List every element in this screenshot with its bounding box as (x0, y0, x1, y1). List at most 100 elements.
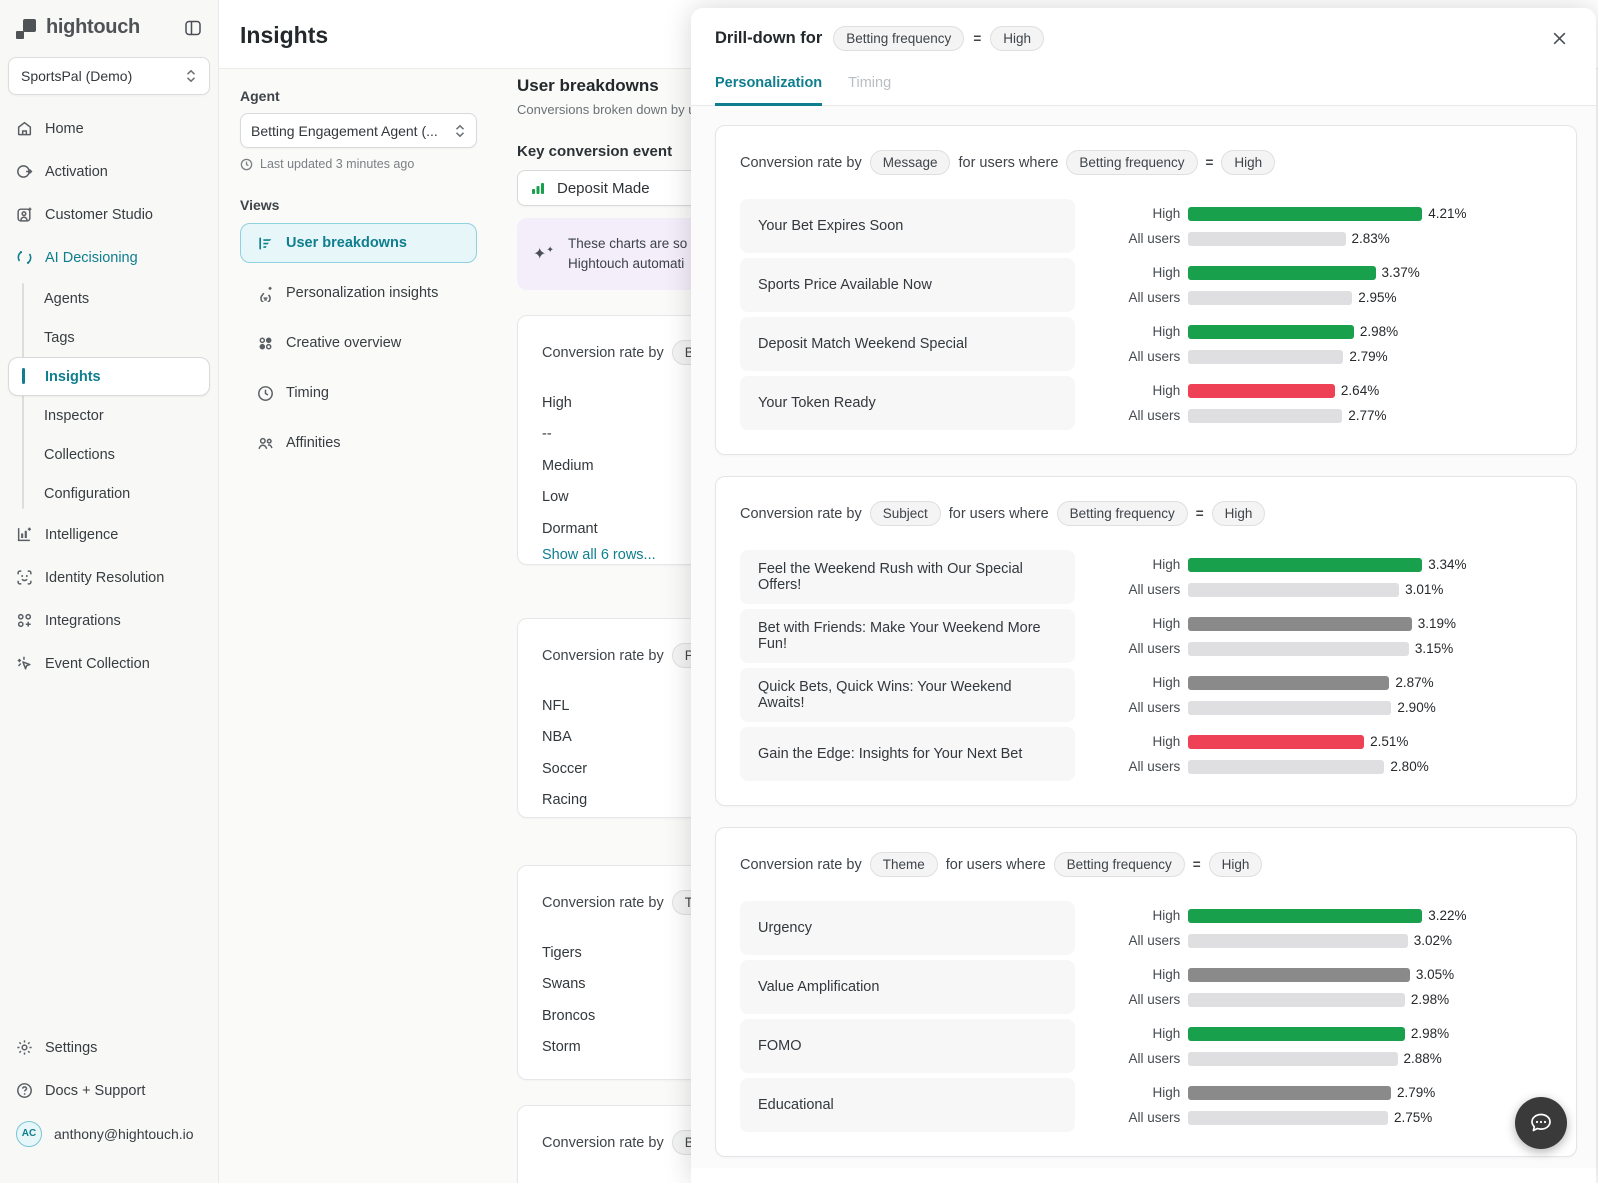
sidebar-nav: Home Activation Customer Studio AI Decis… (0, 107, 218, 685)
high-value: 4.21% (1428, 206, 1466, 221)
all-users-bar (1188, 1111, 1388, 1125)
logo-text: hightouch (46, 16, 140, 39)
series-label-all: All users (1075, 408, 1188, 423)
sidebar-item-collections[interactable]: Collections (0, 435, 218, 474)
banner-line1: These charts are so (568, 236, 687, 251)
metric-label: Educational (740, 1078, 1075, 1132)
sidebar-item-label: Customer Studio (45, 207, 153, 223)
sidebar-item-label: Collections (44, 447, 115, 463)
series-label-all: All users (1075, 992, 1188, 1007)
all-users-bar (1188, 409, 1342, 423)
view-item-label: User breakdowns (286, 235, 407, 251)
customer-studio-icon (16, 206, 33, 223)
equals-operator: = (1193, 857, 1201, 872)
value-chip: High (1212, 501, 1266, 526)
dimension-chip[interactable]: Subject (870, 501, 941, 526)
all-users-bar (1188, 350, 1343, 364)
sidebar-item-identity-resolution[interactable]: Identity Resolution (0, 556, 218, 599)
view-item-label: Personalization insights (286, 285, 438, 301)
series-label-high: High (1075, 675, 1188, 690)
sidebar-item-account[interactable]: AC anthony@hightouch.io (0, 1112, 218, 1155)
chevron-updown-icon (185, 69, 197, 83)
sidebar-item-inspector[interactable]: Inspector (0, 396, 218, 435)
sidebar-item-docs-support[interactable]: Docs + Support (0, 1069, 218, 1112)
key-conversion-event-value: Deposit Made (557, 180, 650, 197)
all-users-bar (1188, 642, 1409, 656)
all-users-value: 3.15% (1415, 641, 1453, 656)
activation-icon (16, 163, 33, 180)
view-item-timing[interactable]: Timing (240, 373, 477, 413)
all-users-value: 2.77% (1348, 408, 1386, 423)
all-users-bar (1188, 291, 1352, 305)
sidebar-item-home[interactable]: Home (0, 107, 218, 150)
tab-personalization[interactable]: Personalization (715, 75, 822, 106)
view-item-user-breakdowns[interactable]: User breakdowns (240, 223, 477, 263)
clock-icon (257, 385, 274, 402)
all-users-value: 2.79% (1349, 349, 1387, 364)
sidebar-item-event-collection[interactable]: Event Collection (0, 642, 218, 685)
card-title: Conversion rate by (542, 895, 664, 911)
sidebar-item-label: Agents (44, 291, 89, 307)
sparkles-icon: ✦✦ (533, 244, 554, 264)
tab-timing[interactable]: Timing (848, 75, 891, 105)
value-chip: High (1221, 150, 1275, 175)
avatar: AC (16, 1121, 42, 1147)
view-item-label: Creative overview (286, 335, 401, 351)
chat-bubble-icon (1527, 1109, 1555, 1137)
sidebar-item-tags[interactable]: Tags (0, 318, 218, 357)
sidebar-item-intelligence[interactable]: Intelligence (0, 513, 218, 556)
workspace-selector[interactable]: SportsPal (Demo) (8, 57, 210, 95)
sidebar-item-insights[interactable]: Insights (8, 357, 210, 396)
last-updated: Last updated 3 minutes ago (240, 157, 477, 171)
high-bar (1188, 909, 1422, 923)
series-label-high: High (1075, 1085, 1188, 1100)
metric-label: Deposit Match Weekend Special (740, 317, 1075, 371)
metric-label: Bet with Friends: Make Your Weekend More… (740, 609, 1075, 663)
home-icon (16, 120, 33, 137)
metric-label: Feel the Weekend Rush with Our Special O… (740, 550, 1075, 604)
all-users-bar (1188, 1052, 1397, 1066)
collapse-sidebar-icon[interactable] (184, 19, 202, 37)
dimension-chip[interactable]: Theme (870, 852, 938, 877)
drilldown-tabs: Personalization Timing (691, 75, 1596, 106)
all-users-bar (1188, 232, 1345, 246)
high-bar (1188, 207, 1422, 221)
high-bar (1188, 558, 1422, 572)
metric-label: Your Token Ready (740, 376, 1075, 430)
card-title: Conversion rate by (542, 345, 664, 361)
funnel-icon (257, 235, 274, 252)
sidebar-item-activation[interactable]: Activation (0, 150, 218, 193)
metric-row: Deposit Match Weekend Special High2.98% … (740, 317, 1552, 371)
close-icon[interactable] (1547, 26, 1572, 51)
dimension-chip[interactable]: Message (870, 150, 951, 175)
app-window: hightouch SportsPal (Demo) Home Activati… (0, 0, 1598, 1183)
view-item-affinities[interactable]: Affinities (240, 423, 477, 463)
sidebar-item-agents[interactable]: Agents (0, 279, 218, 318)
all-users-value: 3.02% (1414, 933, 1452, 948)
metric-row: Value Amplification High3.05% All users2… (740, 960, 1552, 1014)
series-label-high: High (1075, 734, 1188, 749)
sidebar-item-ai-decisioning[interactable]: AI Decisioning (0, 236, 218, 279)
view-item-personalization-insights[interactable]: Personalization insights (240, 273, 477, 313)
view-item-creative-overview[interactable]: Creative overview (240, 323, 477, 363)
sidebar-item-configuration[interactable]: Configuration (0, 474, 218, 513)
agent-selector[interactable]: Betting Engagement Agent (... (240, 113, 477, 148)
card-title: Conversion rate by (542, 648, 664, 664)
sidebar-item-integrations[interactable]: Integrations (0, 599, 218, 642)
sidebar-item-label: Insights (45, 369, 101, 385)
value-chip: High (990, 26, 1044, 51)
sidebar-footer: Settings Docs + Support AC anthony@hight… (0, 1026, 218, 1155)
metric-label: Gain the Edge: Insights for Your Next Be… (740, 727, 1075, 781)
metric-row: Bet with Friends: Make Your Weekend More… (740, 609, 1552, 663)
conversion-card-subject: Conversion rate by Subject for users whe… (715, 476, 1577, 806)
metric-row: Gain the Edge: Insights for Your Next Be… (740, 727, 1552, 781)
sidebar-item-settings[interactable]: Settings (0, 1026, 218, 1069)
metric-row: FOMO High2.98% All users2.88% (740, 1019, 1552, 1073)
filter-chip: Betting frequency (833, 26, 964, 51)
chat-support-button[interactable] (1515, 1097, 1567, 1149)
card-title: Conversion rate by (542, 1135, 664, 1151)
series-label-high: High (1075, 324, 1188, 339)
high-value: 3.05% (1416, 967, 1454, 982)
conversion-card-theme: Conversion rate by Theme for users where… (715, 827, 1577, 1157)
sidebar-item-customer-studio[interactable]: Customer Studio (0, 193, 218, 236)
